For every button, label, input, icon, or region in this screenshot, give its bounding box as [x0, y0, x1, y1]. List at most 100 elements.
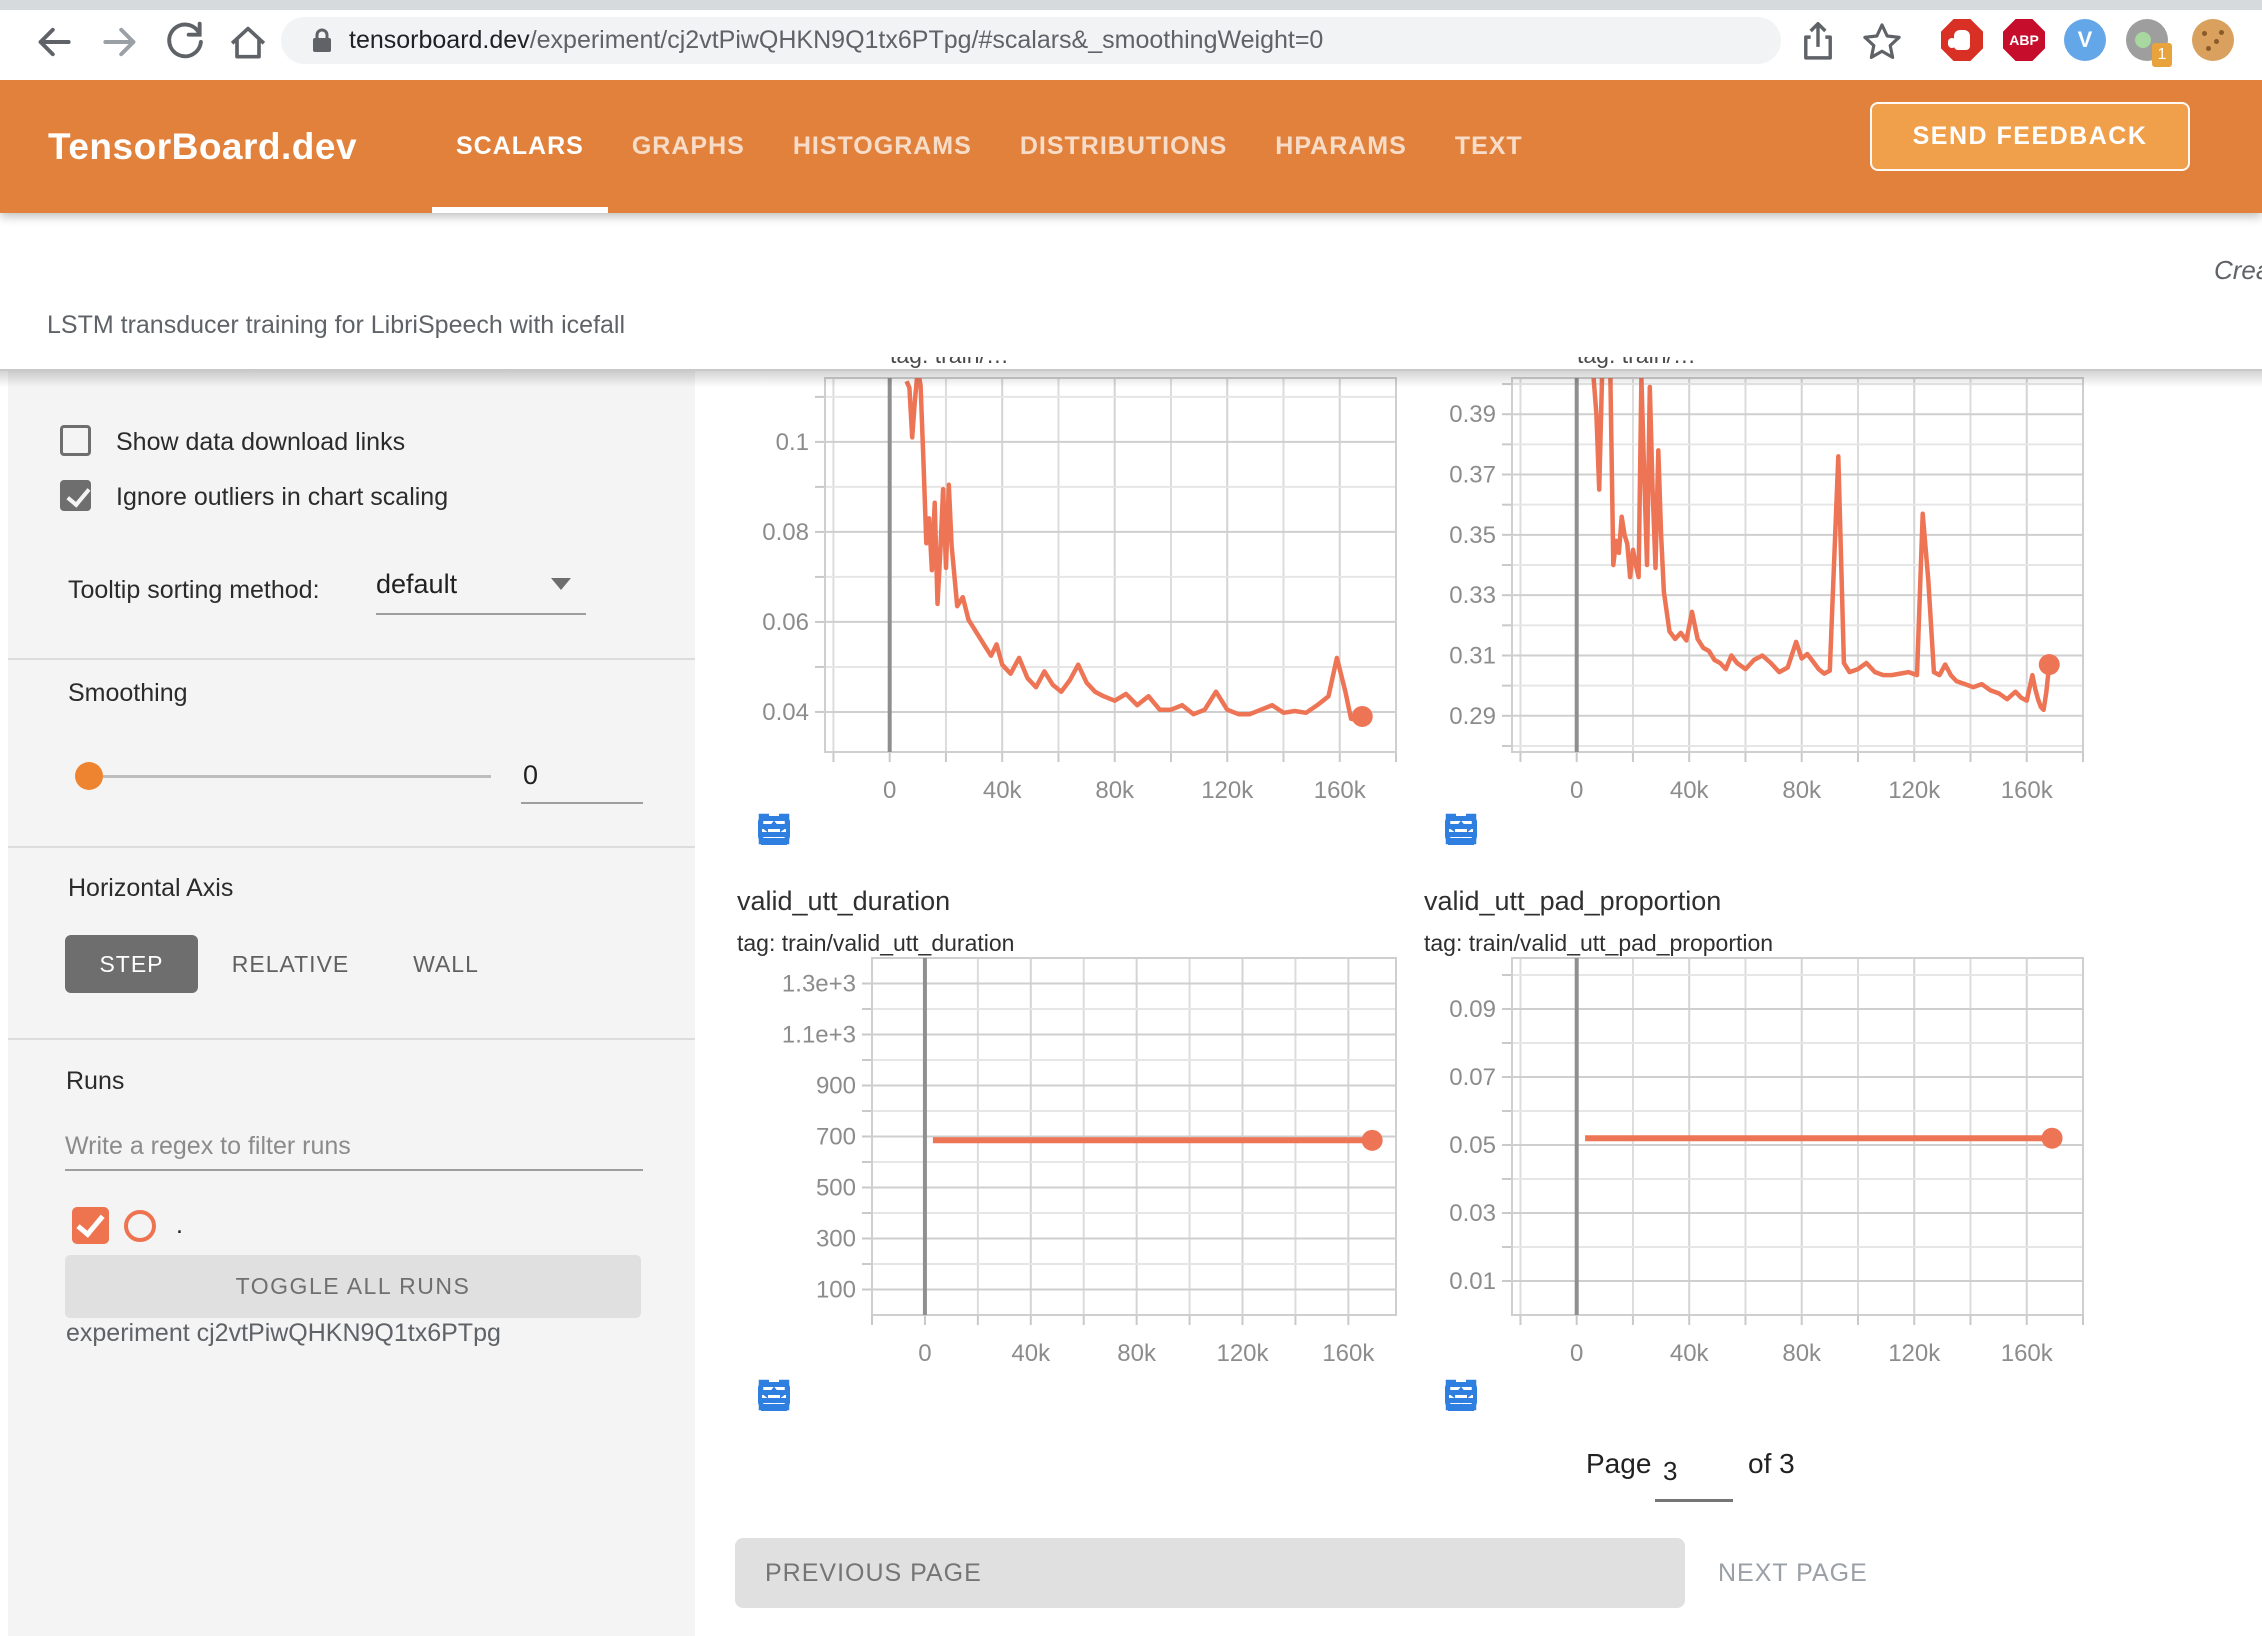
profile-extension-icon[interactable]: 1: [2126, 19, 2168, 61]
runs-filter-input[interactable]: [65, 1123, 643, 1171]
app-logo[interactable]: TensorBoard.dev: [48, 80, 357, 213]
chart-toolbar: [757, 812, 931, 846]
experiment-id-label: experiment cj2vtPiwQHKN9Q1tx6PTpg: [66, 1319, 501, 1348]
run-name: .: [176, 1211, 183, 1240]
svg-text:0.09: 0.09: [1449, 996, 1496, 1023]
scalar-chart-card: valid_utt_duration tag: train/valid_utt_…: [695, 880, 1415, 1425]
run-color-swatch[interactable]: [124, 1210, 156, 1242]
svg-text:40k: 40k: [983, 777, 1023, 804]
svg-text:40k: 40k: [1670, 777, 1710, 804]
data-series-icon[interactable]: [827, 812, 861, 846]
tab-histograms[interactable]: HISTOGRAMS: [769, 80, 996, 213]
axis-wall-button[interactable]: WALL: [391, 935, 501, 993]
svg-text:40k: 40k: [1670, 1340, 1710, 1367]
experiment-title: LSTM transducer training for LibriSpeech…: [47, 311, 625, 340]
show-data-download-links-checkbox[interactable]: [60, 425, 91, 456]
svg-text:120k: 120k: [1201, 777, 1254, 804]
svg-text:0: 0: [883, 777, 896, 804]
bookmark-star-icon[interactable]: [1860, 20, 1904, 64]
svg-text:0.35: 0.35: [1449, 522, 1496, 549]
divider: [8, 658, 695, 660]
page-total-label: of 3: [1748, 1448, 1795, 1480]
adblock-extension-icon[interactable]: [1941, 19, 1983, 61]
svg-text:0.05: 0.05: [1449, 1132, 1496, 1159]
url-host: tensorboard.dev: [349, 26, 530, 54]
url-bar[interactable]: tensorboard.dev/experiment/cj2vtPiwQHKN9…: [281, 17, 1781, 64]
svg-text:0.06: 0.06: [762, 609, 809, 636]
divider: [8, 846, 695, 848]
tab-distributions[interactable]: DISTRIBUTIONS: [996, 80, 1251, 213]
svg-text:700: 700: [816, 1124, 856, 1151]
tensorboard-page: tensorboard.dev/experiment/cj2vtPiwQHKN9…: [0, 0, 2262, 1636]
url-path: /experiment/cj2vtPiwQHKN9Q1tx6PTpg/#scal…: [530, 26, 1324, 54]
svg-text:0.31: 0.31: [1449, 642, 1496, 669]
send-feedback-button[interactable]: SEND FEEDBACK: [1870, 102, 2190, 171]
browser-chrome: tensorboard.dev/experiment/cj2vtPiwQHKN9…: [0, 0, 2262, 80]
pan-zoom-icon[interactable]: [897, 1378, 931, 1412]
lock-icon: [309, 26, 335, 56]
cookie-extension-icon[interactable]: [2192, 19, 2234, 61]
svg-text:0.33: 0.33: [1449, 582, 1496, 609]
forward-icon[interactable]: [98, 20, 142, 64]
data-series-icon[interactable]: [1514, 1378, 1548, 1412]
svg-text:0.08: 0.08: [762, 519, 809, 546]
pan-zoom-icon[interactable]: [897, 812, 931, 846]
vimium-extension-icon[interactable]: V: [2064, 19, 2106, 61]
share-icon[interactable]: [1796, 20, 1840, 64]
chart-canvas[interactable]: 0.290.310.330.350.370.39040k80k120k160k: [1382, 352, 2102, 862]
svg-text:160k: 160k: [1322, 1340, 1375, 1367]
axis-relative-button[interactable]: RELATIVE: [218, 935, 363, 993]
svg-text:1.1e+3: 1.1e+3: [782, 1022, 856, 1049]
tooltip-sorting-select[interactable]: default: [376, 569, 457, 600]
ignore-outliers-checkbox[interactable]: [60, 480, 91, 511]
data-series-icon[interactable]: [1514, 812, 1548, 846]
tab-scalars[interactable]: SCALARS: [432, 80, 608, 213]
chart-toolbar: [1444, 812, 1618, 846]
chart-canvas[interactable]: 1003005007009001.1e+31.3e+3040k80k120k16…: [695, 880, 1415, 1425]
browser-tab-strip: [0, 0, 2262, 10]
smoothing-slider-handle[interactable]: [75, 762, 103, 790]
pan-zoom-icon[interactable]: [1584, 1378, 1618, 1412]
data-series-icon[interactable]: [827, 1378, 861, 1412]
divider: [8, 1038, 695, 1040]
page-number-input[interactable]: [1655, 1456, 1733, 1502]
back-icon[interactable]: [32, 20, 76, 64]
svg-text:0.39: 0.39: [1449, 401, 1496, 428]
tab-text[interactable]: TEXT: [1431, 80, 1547, 213]
reload-icon[interactable]: [163, 20, 207, 64]
abp-extension-icon[interactable]: ABP: [2003, 19, 2045, 61]
runs-label: Runs: [66, 1067, 124, 1096]
toggle-all-runs-button[interactable]: TOGGLE ALL RUNS: [65, 1255, 641, 1318]
pan-zoom-icon[interactable]: [1584, 812, 1618, 846]
svg-text:0.01: 0.01: [1449, 1268, 1496, 1295]
svg-text:0.03: 0.03: [1449, 1200, 1496, 1227]
title-bar: Created LSTM transducer training for Lib…: [0, 213, 2262, 371]
smoothing-slider-track[interactable]: [96, 775, 491, 778]
run-checkbox[interactable]: [72, 1207, 109, 1244]
scalar-chart-card: valid_utt_pad_proportion tag: train/vali…: [1382, 880, 2102, 1425]
chart-canvas[interactable]: 0.010.030.050.070.09040k80k120k160k: [1382, 880, 2102, 1425]
svg-text:500: 500: [816, 1175, 856, 1202]
tab-graphs[interactable]: GRAPHS: [608, 80, 769, 213]
tooltip-sorting-underline: [376, 613, 586, 615]
tooltip-sorting-label: Tooltip sorting method:: [68, 576, 320, 605]
next-page-button[interactable]: NEXT PAGE: [1690, 1538, 1896, 1608]
chevron-down-icon[interactable]: [551, 578, 571, 590]
tab-hparams[interactable]: HPARAMS: [1251, 80, 1431, 213]
svg-text:80k: 80k: [1095, 777, 1135, 804]
svg-text:900: 900: [816, 1073, 856, 1100]
smoothing-value[interactable]: 0: [523, 760, 538, 791]
axis-step-button[interactable]: STEP: [65, 935, 198, 993]
smoothing-label: Smoothing: [68, 679, 188, 708]
svg-text:0.1: 0.1: [776, 429, 809, 456]
svg-text:160k: 160k: [2001, 777, 2054, 804]
home-icon[interactable]: [226, 20, 270, 64]
svg-text:40k: 40k: [1011, 1340, 1051, 1367]
svg-text:160k: 160k: [2001, 1340, 2054, 1367]
svg-text:80k: 80k: [1782, 777, 1822, 804]
chart-canvas[interactable]: 0.040.060.080.1040k80k120k160k: [695, 352, 1415, 862]
settings-sidebar: Show data download links Ignore outliers…: [0, 371, 695, 1636]
svg-text:0.37: 0.37: [1449, 462, 1496, 489]
extension-badge: 1: [2152, 43, 2172, 67]
previous-page-button[interactable]: PREVIOUS PAGE: [735, 1538, 1685, 1608]
